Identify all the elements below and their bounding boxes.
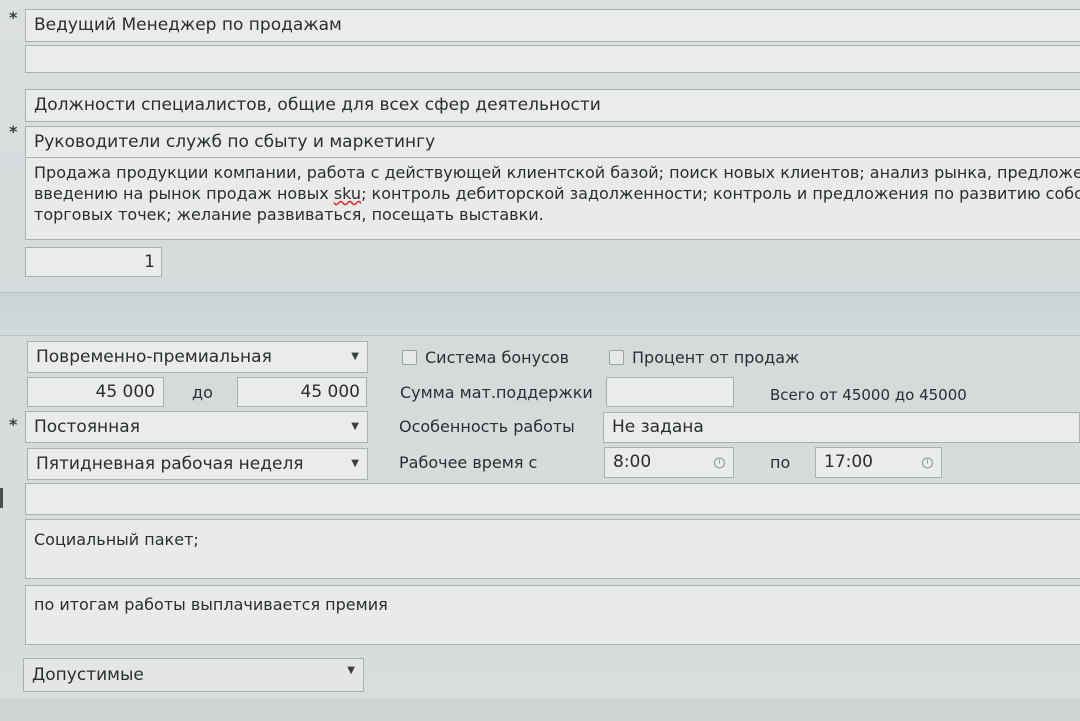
work-feature-select[interactable]: Не задана — [603, 412, 1080, 443]
section-divider — [0, 292, 1080, 336]
count-value: 1 — [144, 251, 155, 272]
checkbox-icon[interactable] — [609, 349, 624, 365]
bottom-strip — [0, 698, 1080, 721]
position-title-value: Ведущий Менеджер по продажам — [34, 15, 342, 35]
time-to-value: 17:00 — [824, 452, 873, 472]
bonus-note-value: по итогам работы выплачивается премия — [34, 595, 388, 614]
bonus-system-label: Система бонусов — [425, 347, 570, 367]
time-to-label: по — [770, 453, 791, 472]
row-marker — [0, 488, 3, 508]
duties-line-1: Продажа продукции компании, работа с дей… — [34, 163, 1080, 182]
category-field[interactable]: Должности специалистов, общие для всех с… — [25, 89, 1080, 122]
count-field[interactable]: 1 — [25, 247, 162, 277]
duties-line-2: введению на рынок продаж новых sku; конт… — [34, 184, 1080, 203]
spellcheck-word: sku — [333, 184, 362, 203]
salary-to-value: 45 000 — [300, 381, 360, 402]
clock-icon[interactable] — [922, 457, 933, 468]
required-marker: * — [9, 415, 18, 434]
bonus-note-textarea[interactable]: по итогам работы выплачивается премия — [25, 585, 1080, 645]
to-label: до — [192, 383, 213, 402]
chevron-down-icon: ▼ — [347, 665, 355, 676]
employment-type-select[interactable]: Постоянная ▼ — [25, 411, 368, 443]
empty-text-field[interactable] — [25, 45, 1080, 73]
work-feature-value: Не задана — [612, 417, 704, 437]
work-time-label: Рабочее время с — [399, 453, 538, 472]
empty-extra-field[interactable] — [25, 483, 1080, 515]
time-to-input[interactable]: 17:00 — [815, 447, 942, 478]
subcategory-value: Руководители служб по сбыту и маркетингу — [34, 131, 436, 152]
schedule-select[interactable]: Пятидневная рабочая неделя ▼ — [27, 448, 368, 480]
time-from-value: 8:00 — [613, 452, 652, 472]
clock-icon[interactable] — [714, 457, 725, 468]
work-feature-label: Особенность работы — [399, 417, 575, 436]
pay-system-select[interactable]: Повременно-премиальная ▼ — [27, 341, 368, 373]
support-sum-label: Сумма мат.поддержки — [400, 383, 593, 402]
percent-of-sales-label: Процент от продаж — [632, 347, 800, 367]
salary-to-input[interactable]: 45 000 — [237, 377, 367, 407]
chevron-down-icon: ▼ — [351, 351, 359, 362]
percent-of-sales-checkbox[interactable]: Процент от продаж — [609, 347, 799, 367]
admissible-select[interactable]: Допустимые ▼ — [23, 658, 364, 692]
duties-line-3: торговых точек; желание развиваться, пос… — [34, 205, 544, 224]
social-package-value: Социальный пакет; — [34, 530, 199, 549]
total-range-text: Всего от 45000 до 45000 — [770, 386, 967, 404]
employment-type-value: Постоянная — [34, 416, 140, 437]
required-marker: * — [9, 122, 18, 141]
social-package-textarea[interactable]: Социальный пакет; — [25, 519, 1080, 579]
admissible-value: Допустимые — [32, 664, 144, 685]
subcategory-field[interactable]: Руководители служб по сбыту и маркетингу — [25, 126, 1080, 158]
required-marker: * — [9, 8, 18, 27]
chevron-down-icon: ▼ — [351, 421, 359, 432]
checkbox-icon[interactable] — [402, 349, 417, 365]
category-value: Должности специалистов, общие для всех с… — [34, 95, 601, 115]
time-from-input[interactable]: 8:00 — [604, 447, 734, 478]
bonus-system-checkbox[interactable]: Система бонусов — [402, 347, 569, 367]
pay-system-value: Повременно-премиальная — [36, 346, 272, 367]
support-sum-input[interactable] — [606, 377, 734, 407]
chevron-down-icon: ▼ — [351, 458, 359, 469]
schedule-value: Пятидневная рабочая неделя — [36, 453, 304, 474]
position-title-field[interactable]: Ведущий Менеджер по продажам — [25, 9, 1080, 42]
salary-from-input[interactable]: 45 000 — [27, 377, 164, 407]
vacancy-form: * Ведущий Менеджер по продажам Должности… — [0, 0, 1080, 721]
salary-from-value: 45 000 — [95, 381, 155, 402]
duties-textarea[interactable]: Продажа продукции компании, работа с дей… — [25, 157, 1080, 240]
